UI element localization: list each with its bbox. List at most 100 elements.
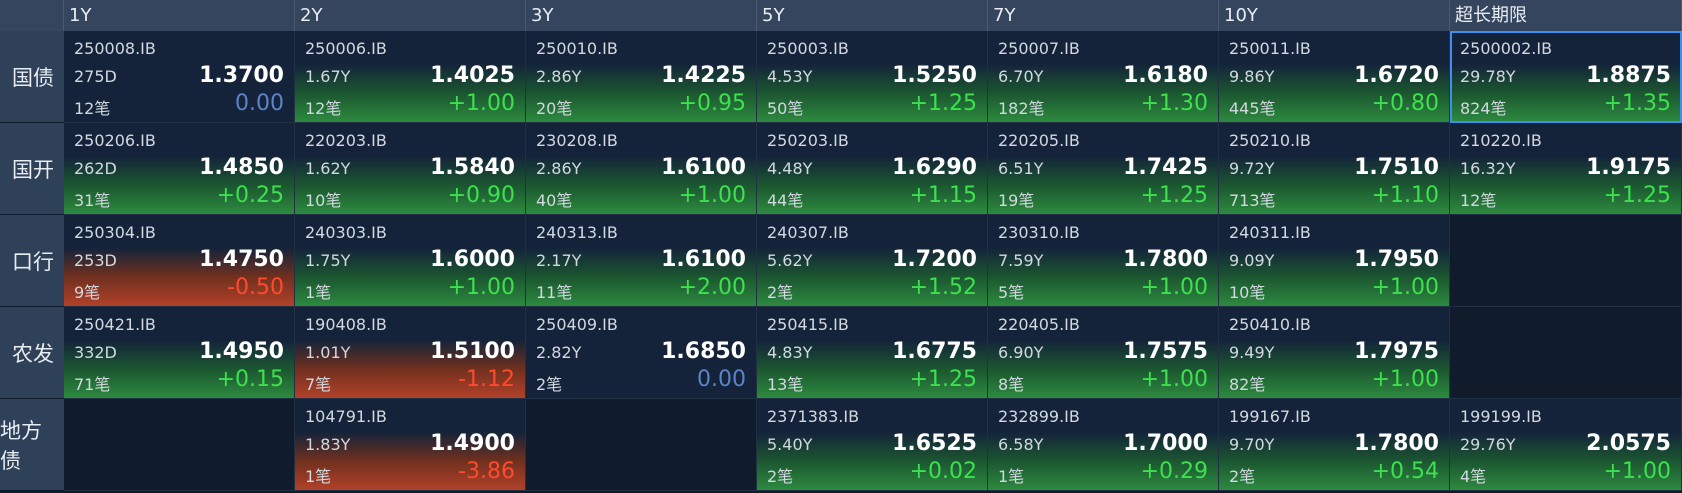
quote-cell[interactable]: 250006.IB 1.67Y 1.4025 12笔 +1.00 bbox=[295, 31, 526, 123]
bond-code: 2371383.IB bbox=[767, 407, 860, 426]
maturity: 332D bbox=[74, 343, 117, 362]
maturity: 5.40Y bbox=[767, 435, 813, 454]
column-header[interactable]: 2Y bbox=[295, 0, 526, 31]
maturity: 1.83Y bbox=[305, 435, 351, 454]
trade-count: 445笔 bbox=[1229, 99, 1276, 118]
maturity: 9.72Y bbox=[1229, 159, 1275, 178]
quote-cell[interactable]: 2500002.IB 29.78Y 1.8875 824笔 +1.35 bbox=[1450, 31, 1682, 123]
trade-count: 10笔 bbox=[305, 191, 342, 210]
yield: 1.6100 bbox=[661, 247, 746, 272]
quote-cell[interactable]: 104791.IB 1.83Y 1.4900 1笔 -3.86 bbox=[295, 399, 526, 491]
column-header[interactable]: 5Y bbox=[757, 0, 988, 31]
yield: 1.7425 bbox=[1123, 155, 1208, 180]
quote-cell[interactable]: 250010.IB 2.86Y 1.4225 20笔 +0.95 bbox=[526, 31, 757, 123]
trade-count: 824笔 bbox=[1460, 99, 1507, 118]
column-header[interactable]: 1Y bbox=[64, 0, 295, 31]
quote-cell[interactable]: 250007.IB 6.70Y 1.6180 182笔 +1.30 bbox=[988, 31, 1219, 123]
bond-code: 250410.IB bbox=[1229, 315, 1311, 334]
maturity: 6.90Y bbox=[998, 343, 1044, 362]
quote-cell[interactable]: 250421.IB 332D 1.4950 71笔 +0.15 bbox=[64, 307, 295, 399]
quote-cell[interactable]: 240311.IB 9.09Y 1.7950 10笔 +1.00 bbox=[1219, 215, 1450, 307]
quote-cell[interactable]: 240313.IB 2.17Y 1.6100 11笔 +2.00 bbox=[526, 215, 757, 307]
quote-cell[interactable]: 250011.IB 9.86Y 1.6720 445笔 +0.80 bbox=[1219, 31, 1450, 123]
maturity: 2.82Y bbox=[536, 343, 582, 362]
yield-change: +1.52 bbox=[909, 275, 977, 300]
quote-cell[interactable]: 250203.IB 4.48Y 1.6290 44笔 +1.15 bbox=[757, 123, 988, 215]
yield: 1.4900 bbox=[430, 431, 515, 456]
yield: 1.5840 bbox=[430, 155, 515, 180]
yield: 2.0575 bbox=[1586, 431, 1671, 456]
yield: 1.6720 bbox=[1354, 63, 1439, 88]
column-header[interactable]: 超长期限 bbox=[1450, 0, 1682, 31]
quote-cell[interactable]: 210220.IB 16.32Y 1.9175 12笔 +1.25 bbox=[1450, 123, 1682, 215]
yield: 1.7950 bbox=[1354, 247, 1439, 272]
quote-cell[interactable]: 190408.IB 1.01Y 1.5100 7笔 -1.12 bbox=[295, 307, 526, 399]
yield: 1.4950 bbox=[199, 339, 284, 364]
yield-change: +1.00 bbox=[678, 183, 746, 208]
trade-count: 713笔 bbox=[1229, 191, 1276, 210]
column-header[interactable]: 7Y bbox=[988, 0, 1219, 31]
quote-cell[interactable]: 199167.IB 9.70Y 1.7800 2笔 +0.54 bbox=[1219, 399, 1450, 491]
quote-cell[interactable]: 220203.IB 1.62Y 1.5840 10笔 +0.90 bbox=[295, 123, 526, 215]
trade-count: 4笔 bbox=[1460, 467, 1487, 486]
quote-cell[interactable]: 230208.IB 2.86Y 1.6100 40笔 +1.00 bbox=[526, 123, 757, 215]
trade-count: 1笔 bbox=[305, 283, 332, 302]
quote-cell[interactable]: 250210.IB 9.72Y 1.7510 713笔 +1.10 bbox=[1219, 123, 1450, 215]
trade-count: 50笔 bbox=[767, 99, 804, 118]
yield-change: +1.00 bbox=[447, 91, 515, 116]
yield-change: 0.00 bbox=[235, 91, 284, 116]
row-label: 口行 bbox=[0, 215, 64, 307]
quote-cell[interactable]: 250206.IB 262D 1.4850 31笔 +0.25 bbox=[64, 123, 295, 215]
column-header[interactable]: 3Y bbox=[526, 0, 757, 31]
bond-code: 250007.IB bbox=[998, 39, 1080, 58]
quote-cell[interactable]: 240307.IB 5.62Y 1.7200 2笔 +1.52 bbox=[757, 215, 988, 307]
bond-code: 250011.IB bbox=[1229, 39, 1311, 58]
yield: 1.4750 bbox=[199, 247, 284, 272]
quote-cell[interactable]: 250304.IB 253D 1.4750 9笔 -0.50 bbox=[64, 215, 295, 307]
quote-cell[interactable]: 250003.IB 4.53Y 1.5250 50笔 +1.25 bbox=[757, 31, 988, 123]
bond-code: 250421.IB bbox=[74, 315, 156, 334]
trade-count: 5笔 bbox=[998, 283, 1025, 302]
yield-change: +1.25 bbox=[1140, 183, 1208, 208]
quote-cell[interactable]: 199199.IB 29.76Y 2.0575 4笔 +1.00 bbox=[1450, 399, 1682, 491]
quote-cell[interactable]: 240303.IB 1.75Y 1.6000 1笔 +1.00 bbox=[295, 215, 526, 307]
empty-cell bbox=[64, 399, 295, 491]
quote-cell[interactable]: 220205.IB 6.51Y 1.7425 19笔 +1.25 bbox=[988, 123, 1219, 215]
quote-cell[interactable]: 250415.IB 4.83Y 1.6775 13笔 +1.25 bbox=[757, 307, 988, 399]
quote-cell[interactable]: 250410.IB 9.49Y 1.7975 82笔 +1.00 bbox=[1219, 307, 1450, 399]
maturity: 29.76Y bbox=[1460, 435, 1516, 454]
quote-cell[interactable]: 230310.IB 7.59Y 1.7800 5笔 +1.00 bbox=[988, 215, 1219, 307]
yield: 1.7800 bbox=[1354, 431, 1439, 456]
column-header[interactable]: 10Y bbox=[1219, 0, 1450, 31]
yield: 1.4025 bbox=[430, 63, 515, 88]
empty-cell bbox=[526, 399, 757, 491]
quote-cell[interactable]: 220405.IB 6.90Y 1.7575 8笔 +1.00 bbox=[988, 307, 1219, 399]
bond-code: 220405.IB bbox=[998, 315, 1080, 334]
maturity: 1.67Y bbox=[305, 67, 351, 86]
bond-code: 104791.IB bbox=[305, 407, 387, 426]
trade-count: 182笔 bbox=[998, 99, 1045, 118]
trade-count: 12笔 bbox=[74, 99, 111, 118]
yield-change: +0.95 bbox=[678, 91, 746, 116]
trade-count: 44笔 bbox=[767, 191, 804, 210]
maturity: 6.51Y bbox=[998, 159, 1044, 178]
yield-change: +1.00 bbox=[1371, 367, 1439, 392]
quote-cell[interactable]: 250409.IB 2.82Y 1.6850 2笔 0.00 bbox=[526, 307, 757, 399]
quote-cell[interactable]: 2371383.IB 5.40Y 1.6525 2笔 +0.02 bbox=[757, 399, 988, 491]
maturity: 4.53Y bbox=[767, 67, 813, 86]
bond-code: 240307.IB bbox=[767, 223, 849, 242]
trade-count: 2笔 bbox=[536, 375, 563, 394]
yield: 1.6000 bbox=[430, 247, 515, 272]
yield-change: +2.00 bbox=[678, 275, 746, 300]
yield-change: +0.80 bbox=[1371, 91, 1439, 116]
yield-change: +0.25 bbox=[216, 183, 284, 208]
yield-change: +1.10 bbox=[1371, 183, 1439, 208]
maturity: 9.70Y bbox=[1229, 435, 1275, 454]
bond-code: 230310.IB bbox=[998, 223, 1080, 242]
quote-cell[interactable]: 250008.IB 275D 1.3700 12笔 0.00 bbox=[64, 31, 295, 123]
yield: 1.7510 bbox=[1354, 155, 1439, 180]
yield-change: +0.15 bbox=[216, 367, 284, 392]
yield-change: +1.00 bbox=[1603, 459, 1671, 484]
quote-cell[interactable]: 232899.IB 6.58Y 1.7000 1笔 +0.29 bbox=[988, 399, 1219, 491]
yield-change: +0.29 bbox=[1140, 459, 1208, 484]
